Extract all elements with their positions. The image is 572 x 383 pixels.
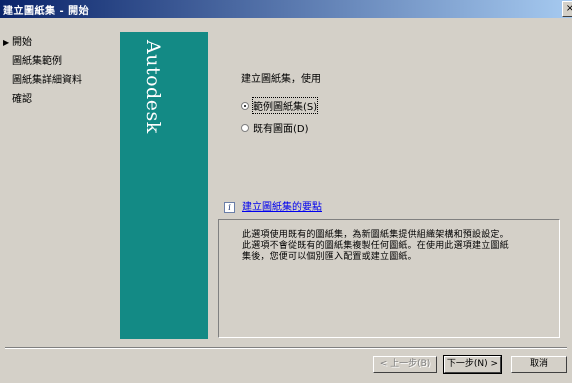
title-bar: 建立圖紙集 - 開始 × (0, 0, 572, 18)
divider (5, 347, 567, 349)
radio-checked-icon[interactable] (241, 101, 249, 110)
autodesk-logo: Autodesk (142, 40, 164, 134)
step-sheet-set-details: 圖紙集詳細資料 (3, 71, 113, 90)
step-start: ▶ 開始 (3, 33, 113, 52)
info-icon: i (224, 202, 235, 213)
step-label: 圖紙集範例 (12, 56, 62, 67)
step-label: 確認 (12, 94, 32, 105)
help-link[interactable]: 建立圖紙集的要點 (242, 198, 322, 213)
back-button[interactable]: < 上一步(B) (373, 356, 437, 373)
description-box: 此選項使用既有的圖紙集，為新圖紙集提供組織架構和預設設定。此選項不會從既有的圖紙… (218, 219, 560, 338)
description-text: 此選項使用既有的圖紙集，為新圖紙集提供組織架構和預設設定。此選項不會從既有的圖紙… (242, 230, 509, 262)
current-step-arrow-icon: ▶ (3, 38, 10, 47)
window-title: 建立圖紙集 - 開始 (3, 6, 90, 17)
step-label: 圖紙集詳細資料 (12, 75, 82, 86)
next-button[interactable]: 下一步(N) > (443, 355, 502, 374)
cancel-button[interactable]: 取消 (511, 356, 567, 373)
radio-unchecked-icon[interactable] (241, 123, 249, 132)
radio-existing-drawings[interactable]: 既有圖面(D) (241, 120, 309, 135)
radio-label[interactable]: 既有圖面(D) (253, 120, 309, 135)
wizard-steps: ▶ 開始 圖紙集範例 圖紙集詳細資料 確認 (3, 33, 113, 109)
create-with-prompt: 建立圖紙集，使用 (241, 74, 321, 85)
radio-label[interactable]: 範例圖紙集(S) (251, 97, 319, 114)
radio-example-sheet-set[interactable]: 範例圖紙集(S) (241, 97, 319, 114)
close-button[interactable]: × (562, 1, 572, 17)
step-sheet-set-example: 圖紙集範例 (3, 52, 113, 71)
autodesk-logo-panel: Autodesk (120, 32, 208, 339)
step-confirm: 確認 (3, 90, 113, 109)
step-label: 開始 (12, 37, 32, 48)
